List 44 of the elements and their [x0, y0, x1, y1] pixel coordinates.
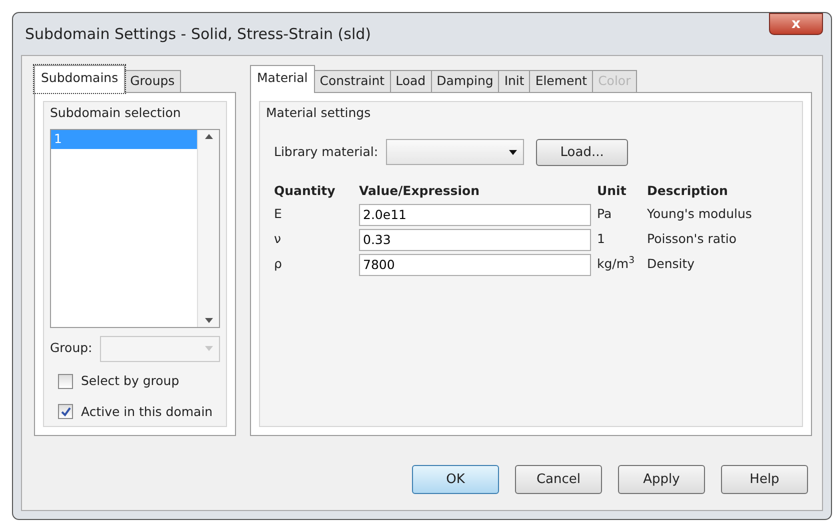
value-field[interactable]: 0.33 — [359, 228, 591, 250]
quantity-cell-text: E — [274, 205, 283, 224]
checkbox[interactable] — [58, 404, 73, 420]
tab[interactable]: Init — [498, 70, 530, 92]
group-title: Material settings — [266, 104, 372, 122]
unit-cell-text: 1 — [597, 230, 606, 248]
tab[interactable]: Load — [390, 70, 432, 92]
tab[interactable]: Constraint — [314, 70, 391, 92]
library-dropdown[interactable] — [386, 139, 524, 166]
column-header: Description — [647, 182, 729, 200]
dialog-button[interactable]: OK — [412, 465, 499, 494]
column-header: Value/Expression — [359, 182, 480, 200]
scrollbar[interactable] — [197, 130, 219, 327]
tab[interactable]: Groups — [124, 70, 181, 92]
tab[interactable]: Material — [250, 65, 315, 93]
dialog-button[interactable]: Help — [721, 465, 808, 494]
dialog-button[interactable]: Apply — [618, 465, 705, 494]
tab[interactable]: Element — [529, 70, 594, 92]
tab[interactable]: Subdomains — [34, 65, 126, 93]
value-field[interactable]: 2.0e11 — [359, 204, 591, 226]
quantity-cell-text: ρ — [274, 255, 283, 274]
value-field[interactable]: 7800 — [359, 254, 591, 276]
scroll-down-icon[interactable] — [204, 318, 212, 323]
checkbox[interactable] — [58, 374, 73, 389]
caret-icon — [205, 346, 213, 352]
description-cell-text: Poisson's ratio — [647, 230, 738, 248]
scroll-up-icon[interactable] — [204, 134, 212, 139]
group-title: Subdomain selection — [50, 104, 182, 122]
description-cell-text: Density — [647, 255, 696, 274]
load-button[interactable]: Load... — [536, 138, 628, 166]
quantity-cell-text: ν — [274, 230, 282, 248]
caret-icon — [509, 150, 518, 155]
checkbox-label: Active in this domain — [81, 402, 213, 420]
tab[interactable]: Damping — [430, 70, 500, 92]
unit-cell-text: Pa — [597, 205, 613, 224]
description-cell-text: Young's modulus — [647, 205, 753, 224]
unit-cell-text: kg/m$^{3}$ — [597, 255, 636, 274]
checkbox-label: Select by group — [81, 372, 180, 390]
column-header: Unit — [597, 182, 628, 200]
group-label: Group: — [50, 339, 92, 358]
column-header: Quantity — [274, 182, 336, 200]
library-label: Library material: — [274, 142, 378, 161]
dialog-button[interactable]: Cancel — [515, 465, 602, 494]
window-title: Subdomain Settings - Solid, Stress-Strain (sld) — [24, 24, 371, 45]
